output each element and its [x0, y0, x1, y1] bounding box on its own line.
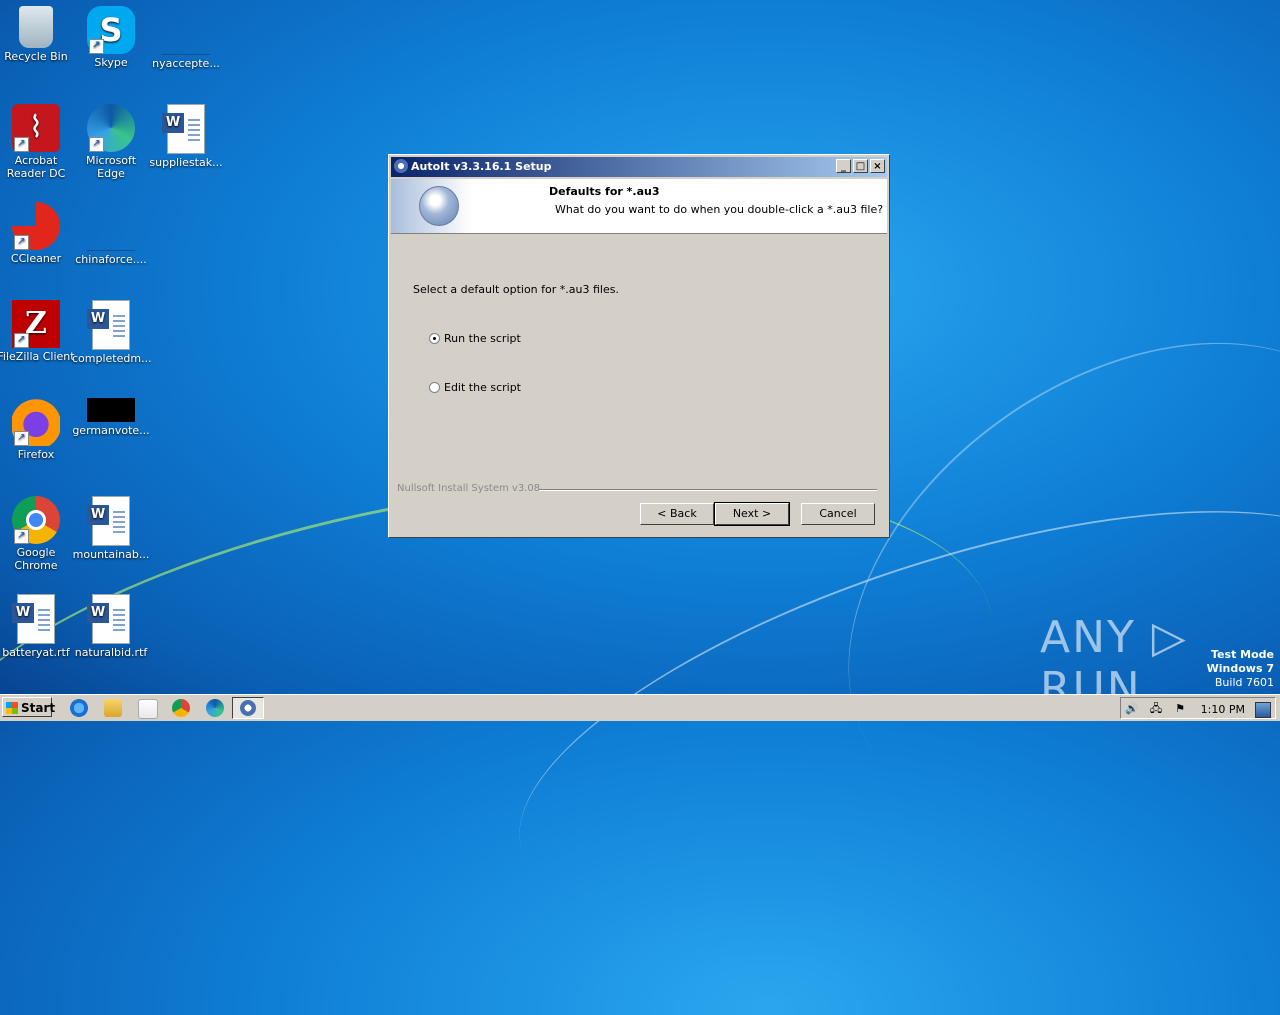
desktop-icon-label: FileZilla Client	[0, 350, 75, 363]
network-icon[interactable]: 🖧	[1149, 702, 1163, 716]
minimize-button[interactable]: _	[836, 159, 851, 173]
edge-icon: ↗	[87, 104, 135, 152]
desktop-icon-nyaccepte[interactable]: nyaccepte...	[147, 6, 225, 70]
word-document-icon	[87, 496, 130, 546]
desktop-icon-label: CCleaner	[10, 252, 62, 265]
word-document-icon	[87, 300, 130, 350]
setup-dialog: AutoIt v3.3.16.1 Setup _ □ × Defaults fo…	[388, 154, 890, 538]
desktop-icon-ccleaner[interactable]: ↗ CCleaner	[0, 202, 75, 265]
internet-explorer-icon[interactable]	[70, 699, 88, 717]
ccleaner-icon: ↗	[12, 202, 60, 250]
dialog-titlebar[interactable]: AutoIt v3.3.16.1 Setup _ □ ×	[391, 157, 887, 177]
maximize-button[interactable]: □	[853, 159, 868, 173]
desktop-icon-firefox[interactable]: ↗ Firefox	[0, 398, 75, 461]
installer-disc-icon	[419, 186, 459, 226]
desktop-icon-suppliestak[interactable]: suppliestak...	[147, 104, 225, 169]
clock[interactable]: 1:10 PM	[1201, 703, 1245, 716]
desktop-icon-label: Recycle Bin	[4, 50, 68, 63]
desktop-icon-label: batteryat.rtf	[2, 646, 70, 659]
desktop-icon-label: chinaforce....	[75, 253, 147, 266]
file-icon	[162, 6, 210, 55]
radio-unselected-icon[interactable]	[429, 382, 440, 393]
desktop-icon-acrobat[interactable]: ⌇ ↗ Acrobat Reader DC	[0, 104, 75, 180]
file-icon	[87, 202, 135, 251]
taskbar: Start 🔊 🖧 ⚑ 1:10 PM	[0, 694, 1280, 721]
volume-icon[interactable]: 🔊	[1125, 702, 1139, 716]
desktop-icon-label: Acrobat Reader DC	[6, 154, 66, 180]
chrome-taskbar-icon[interactable]	[172, 699, 190, 717]
desktop-icon-label: completedm...	[72, 352, 152, 365]
system-tray: 🔊 🖧 ⚑ 1:10 PM	[1120, 697, 1276, 719]
next-button[interactable]: Next >	[714, 502, 790, 526]
desktop-icon-germanvote[interactable]: germanvote...	[72, 398, 150, 437]
skype-icon: S ↗	[87, 6, 135, 54]
desktop-icon-filezilla[interactable]: Z ↗ FileZilla Client	[0, 300, 75, 363]
header-subtitle: What do you want to do when you double-c…	[555, 203, 884, 216]
desktop-icon-label: nyaccepte...	[152, 57, 220, 70]
desktop-icon-skype[interactable]: S ↗ Skype	[72, 6, 150, 69]
desktop-icon-label: Skype	[94, 56, 128, 69]
desktop-icon-label: mountainab...	[72, 548, 150, 561]
desktop-icon-chinaforce[interactable]: chinaforce....	[72, 202, 150, 266]
word-document-icon	[87, 594, 130, 644]
recycle-bin-icon	[19, 6, 53, 48]
os-line: Windows 7	[1206, 662, 1274, 675]
file-explorer-icon[interactable]	[104, 699, 122, 717]
word-document-icon	[162, 104, 205, 154]
radio-edit-script[interactable]: Edit the script	[429, 381, 521, 394]
firefox-icon: ↗	[12, 398, 60, 446]
autoit-taskbar-icon	[240, 700, 256, 716]
show-desktop-icon[interactable]	[1255, 702, 1271, 718]
radio-selected-icon[interactable]	[429, 333, 440, 344]
action-center-flag-icon[interactable]: ⚑	[1173, 702, 1187, 716]
desktop-icon-recycle-bin[interactable]: Recycle Bin	[0, 6, 75, 63]
test-mode-notice: Test Mode Windows 7 Build 7601	[1207, 648, 1274, 690]
desktop-icon-label: germanvote...	[72, 424, 150, 437]
back-button[interactable]: < Back	[640, 503, 714, 525]
desktop-icon-label: naturalbid.rtf	[74, 646, 148, 659]
desktop-icon-mountainab[interactable]: mountainab...	[72, 496, 150, 561]
acrobat-icon: ⌇ ↗	[12, 104, 60, 152]
word-document-icon	[12, 594, 55, 644]
desktop-icon-naturalbid[interactable]: naturalbid.rtf	[72, 594, 150, 659]
close-button[interactable]: ×	[870, 159, 885, 173]
filezilla-icon: Z ↗	[12, 300, 60, 348]
taskbar-autoit-setup[interactable]	[232, 697, 264, 719]
dialog-title: AutoIt v3.3.16.1 Setup	[411, 160, 552, 173]
build-line: Build 7601	[1214, 676, 1274, 689]
file-thumbnail-icon	[87, 398, 135, 422]
radio-label: Run the script	[444, 332, 521, 345]
desktop-icon-label: Firefox	[17, 448, 55, 461]
installer-logo	[391, 179, 471, 233]
header-title: Defaults for *.au3	[549, 185, 660, 198]
desktop-icon-chrome[interactable]: ↗ Google Chrome	[0, 496, 75, 572]
dialog-header: Defaults for *.au3 What do you want to d…	[391, 179, 887, 234]
desktop-icon-edge[interactable]: ↗ Microsoft Edge	[72, 104, 150, 180]
desktop-icon-batteryat[interactable]: batteryat.rtf	[0, 594, 75, 659]
nsis-branding: Nullsoft Install System v3.08	[397, 483, 541, 494]
edge-taskbar-icon[interactable]	[206, 699, 224, 717]
media-player-icon[interactable]	[138, 699, 158, 719]
desktop-icon-label: suppliestak...	[149, 156, 223, 169]
cancel-button[interactable]: Cancel	[801, 503, 875, 525]
desktop-icon-completedm[interactable]: completedm...	[72, 300, 152, 365]
desktop-icon-label: Microsoft Edge	[85, 154, 137, 180]
branding-divider	[539, 489, 877, 491]
start-button[interactable]: Start	[2, 697, 55, 717]
radio-label: Edit the script	[444, 381, 521, 394]
radio-run-script[interactable]: Run the script	[429, 332, 521, 345]
desktop-icon-label: Google Chrome	[14, 546, 58, 572]
prompt-text: Select a default option for *.au3 files.	[413, 283, 619, 296]
autoit-icon	[394, 159, 408, 173]
test-mode-line: Test Mode	[1211, 648, 1274, 661]
chrome-icon: ↗	[12, 496, 60, 544]
